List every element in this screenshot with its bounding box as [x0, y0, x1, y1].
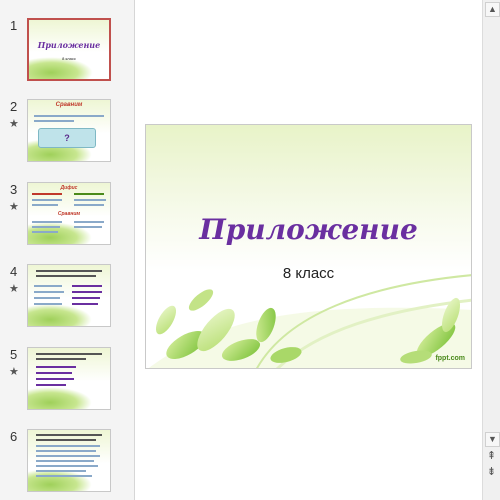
previous-slide-button[interactable]: ⇞: [485, 450, 498, 463]
thumb-title: Дифис: [60, 185, 78, 191]
slide-number: 4: [10, 264, 18, 279]
slide-number: 2: [10, 99, 18, 114]
scroll-down-button[interactable]: ▼: [485, 432, 500, 447]
thumb-title: Сравним: [55, 102, 83, 108]
slide-thumbnail-1[interactable]: Приложение 8 класс: [27, 18, 111, 81]
leaf-decoration-graphic: [148, 274, 471, 368]
slide-number: 6: [10, 429, 18, 444]
watermark: fppt.com: [435, 355, 465, 362]
animation-star-icon: ★: [9, 366, 19, 378]
vertical-scrollbar[interactable]: ▲ ▼ ⇞ ⇟: [482, 0, 500, 500]
thumb-title-2: Сравним: [57, 211, 81, 217]
next-slide-button[interactable]: ⇟: [485, 466, 498, 479]
slide-thumbnail-5[interactable]: [27, 347, 111, 410]
slide-thumbnail-3[interactable]: Дифис Сравним: [27, 182, 111, 245]
slide-subtitle[interactable]: 8 класс: [146, 265, 471, 282]
slide-title[interactable]: Приложение: [146, 213, 471, 246]
slide-thumbnail-pane[interactable]: 1 Приложение 8 класс 2 ★ Сравним ? 3 ★ Д…: [0, 0, 135, 500]
animation-star-icon: ★: [9, 201, 19, 213]
question-mark: ?: [64, 133, 70, 143]
leaf-decoration: [28, 304, 92, 326]
leaf-decoration: [28, 387, 92, 409]
slide-number: 5: [10, 347, 18, 362]
thumb-title: Приложение: [37, 40, 101, 50]
animation-star-icon: ★: [9, 118, 19, 130]
question-box: ?: [38, 128, 96, 148]
scroll-up-button[interactable]: ▲: [485, 2, 500, 17]
animation-star-icon: ★: [9, 283, 19, 295]
slide-thumbnail-4[interactable]: [27, 264, 111, 327]
slide-thumbnail-6[interactable]: [27, 429, 111, 492]
thumb-subtitle: 8 класс: [62, 56, 76, 61]
slide-number: 1: [10, 18, 18, 33]
main-slide-canvas[interactable]: Приложение 8 класс fppt.com: [145, 124, 472, 369]
slide-thumbnail-2[interactable]: Сравним ?: [27, 99, 111, 162]
slide-number: 3: [10, 182, 18, 197]
slide-editing-area[interactable]: Приложение 8 класс fppt.com: [135, 0, 482, 500]
leaf-decoration: [28, 469, 92, 491]
